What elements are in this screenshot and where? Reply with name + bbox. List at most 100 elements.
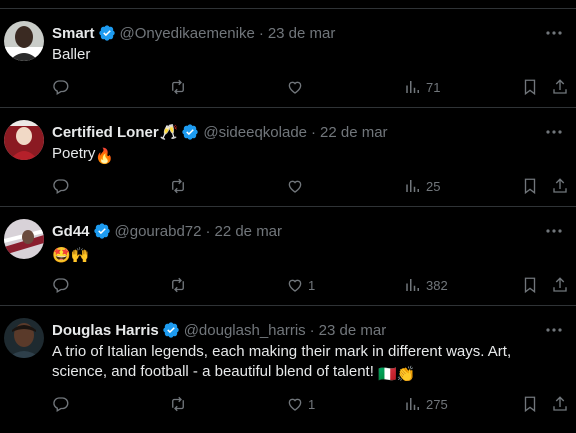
like-count: 1 [308,277,316,293]
share-icon [553,178,567,193]
view-count: 71 [426,79,441,95]
repost-button[interactable] [169,176,191,196]
views-button[interactable]: 71 [404,77,440,97]
reply-text: Baller [52,45,562,65]
bookmark-button[interactable] [521,394,539,414]
share-button[interactable] [551,77,569,97]
bookmark-icon [524,178,536,195]
repost-button[interactable] [169,275,191,295]
separator-dot: · [258,24,264,42]
repost-icon [172,79,184,95]
avatar[interactable] [4,219,44,259]
repost-button[interactable] [169,77,191,97]
repost-icon [172,178,184,194]
views-icon [406,279,419,291]
share-icon [553,396,567,411]
reply-header: Gd44 @gourabd72 · 22 de mar [52,221,282,241]
reply-emoji: 🤩🙌 [52,247,90,264]
post-date[interactable]: 22 de mar [320,124,388,141]
views-icon [406,81,419,93]
share-button[interactable] [551,176,569,196]
like-button[interactable] [286,77,308,97]
action-bar: 1 275 [0,394,576,414]
heart-icon [288,180,302,193]
reply-header: Douglas Harris @douglash_harris · 23 de … [52,320,386,340]
view-count: 382 [426,277,448,293]
bookmark-button[interactable] [521,77,539,97]
bookmark-icon [524,396,536,413]
reply-icon [53,179,69,194]
user-handle[interactable]: @gourabd72 [115,223,202,240]
user-handle[interactable]: @sideeqkolade [203,124,307,141]
name-emoji: 🥂 [159,124,179,141]
separator-dot: · [205,222,211,240]
post-date[interactable]: 22 de mar [214,223,282,240]
reply-button[interactable] [52,394,74,414]
verified-badge-icon [163,322,179,338]
display-name[interactable]: Gd44 [52,223,90,240]
reply-button[interactable] [52,275,74,295]
views-button[interactable]: 25 [404,176,440,196]
reply-emoji: 🔥 [95,148,115,165]
user-handle[interactable]: @douglash_harris [184,322,306,339]
post-date[interactable]: 23 de mar [319,322,387,339]
user-handle[interactable]: @Onyedikaemenike [120,25,255,42]
like-count: 1 [308,396,316,412]
reply-icon [53,278,69,293]
verified-badge-icon [93,223,110,239]
more-options-icon[interactable] [544,122,564,142]
display-name[interactable]: Certified Loner [52,124,159,141]
views-icon [406,180,419,192]
reply-card[interactable]: Certified Loner 🥂 @sideeqkolade · 22 de … [0,107,576,206]
bookmark-button[interactable] [521,275,539,295]
avatar[interactable] [4,318,44,358]
bookmark-icon [524,277,536,294]
avatar[interactable] [4,21,44,61]
reply-icon [53,397,69,412]
share-button[interactable] [551,275,569,295]
heart-icon [288,81,302,94]
more-options-icon[interactable] [544,320,564,340]
heart-icon [288,279,302,292]
action-bar: 1 382 [0,275,576,295]
more-options-icon[interactable] [544,221,564,241]
reply-header: Smart @Onyedikaemenike · 23 de mar [52,23,335,43]
views-button[interactable]: 275 [404,394,448,414]
display-name[interactable]: Smart [52,25,95,42]
share-icon [553,79,567,94]
reply-card[interactable]: Gd44 @gourabd72 · 22 de mar 🤩🙌 1 382 [0,206,576,305]
views-button[interactable]: 382 [404,275,448,295]
reply-text: 🤩🙌 [52,243,562,266]
repost-button[interactable] [169,394,191,414]
post-date[interactable]: 23 de mar [268,25,336,42]
like-button[interactable] [286,176,308,196]
view-count: 25 [426,178,441,194]
repost-icon [172,396,184,412]
separator-dot: · [309,321,315,339]
reply-header: Certified Loner 🥂 @sideeqkolade · 22 de … [52,122,388,142]
like-button[interactable]: 1 [286,275,315,295]
reply-button[interactable] [52,176,74,196]
views-icon [406,398,419,410]
action-bar: 71 [0,77,576,97]
like-button[interactable]: 1 [286,394,315,414]
avatar[interactable] [4,120,44,160]
reply-card[interactable]: Smart @Onyedikaemenike · 23 de mar Balle… [0,8,576,107]
verified-badge-icon [98,25,115,41]
display-name[interactable]: Douglas Harris [52,322,159,339]
heart-icon [288,398,302,411]
reply-text-content: Poetry [52,145,96,162]
reply-emoji: 🇮🇹👏 [378,366,416,383]
reply-text-content: A trio of Italian legends, each making t… [52,343,512,380]
bookmark-button[interactable] [521,176,539,196]
reply-text: Poetry🔥 [52,144,562,167]
reply-icon [53,80,69,95]
reply-card[interactable]: Douglas Harris @douglash_harris · 23 de … [0,305,576,433]
verified-badge-icon [182,124,199,140]
reply-text-content: Baller [52,46,91,63]
share-button[interactable] [551,394,569,414]
separator-dot: · [311,123,317,141]
reply-button[interactable] [52,77,74,97]
reply-feed: Smart @Onyedikaemenike · 23 de mar Balle… [0,0,576,432]
more-options-icon[interactable] [544,23,564,43]
